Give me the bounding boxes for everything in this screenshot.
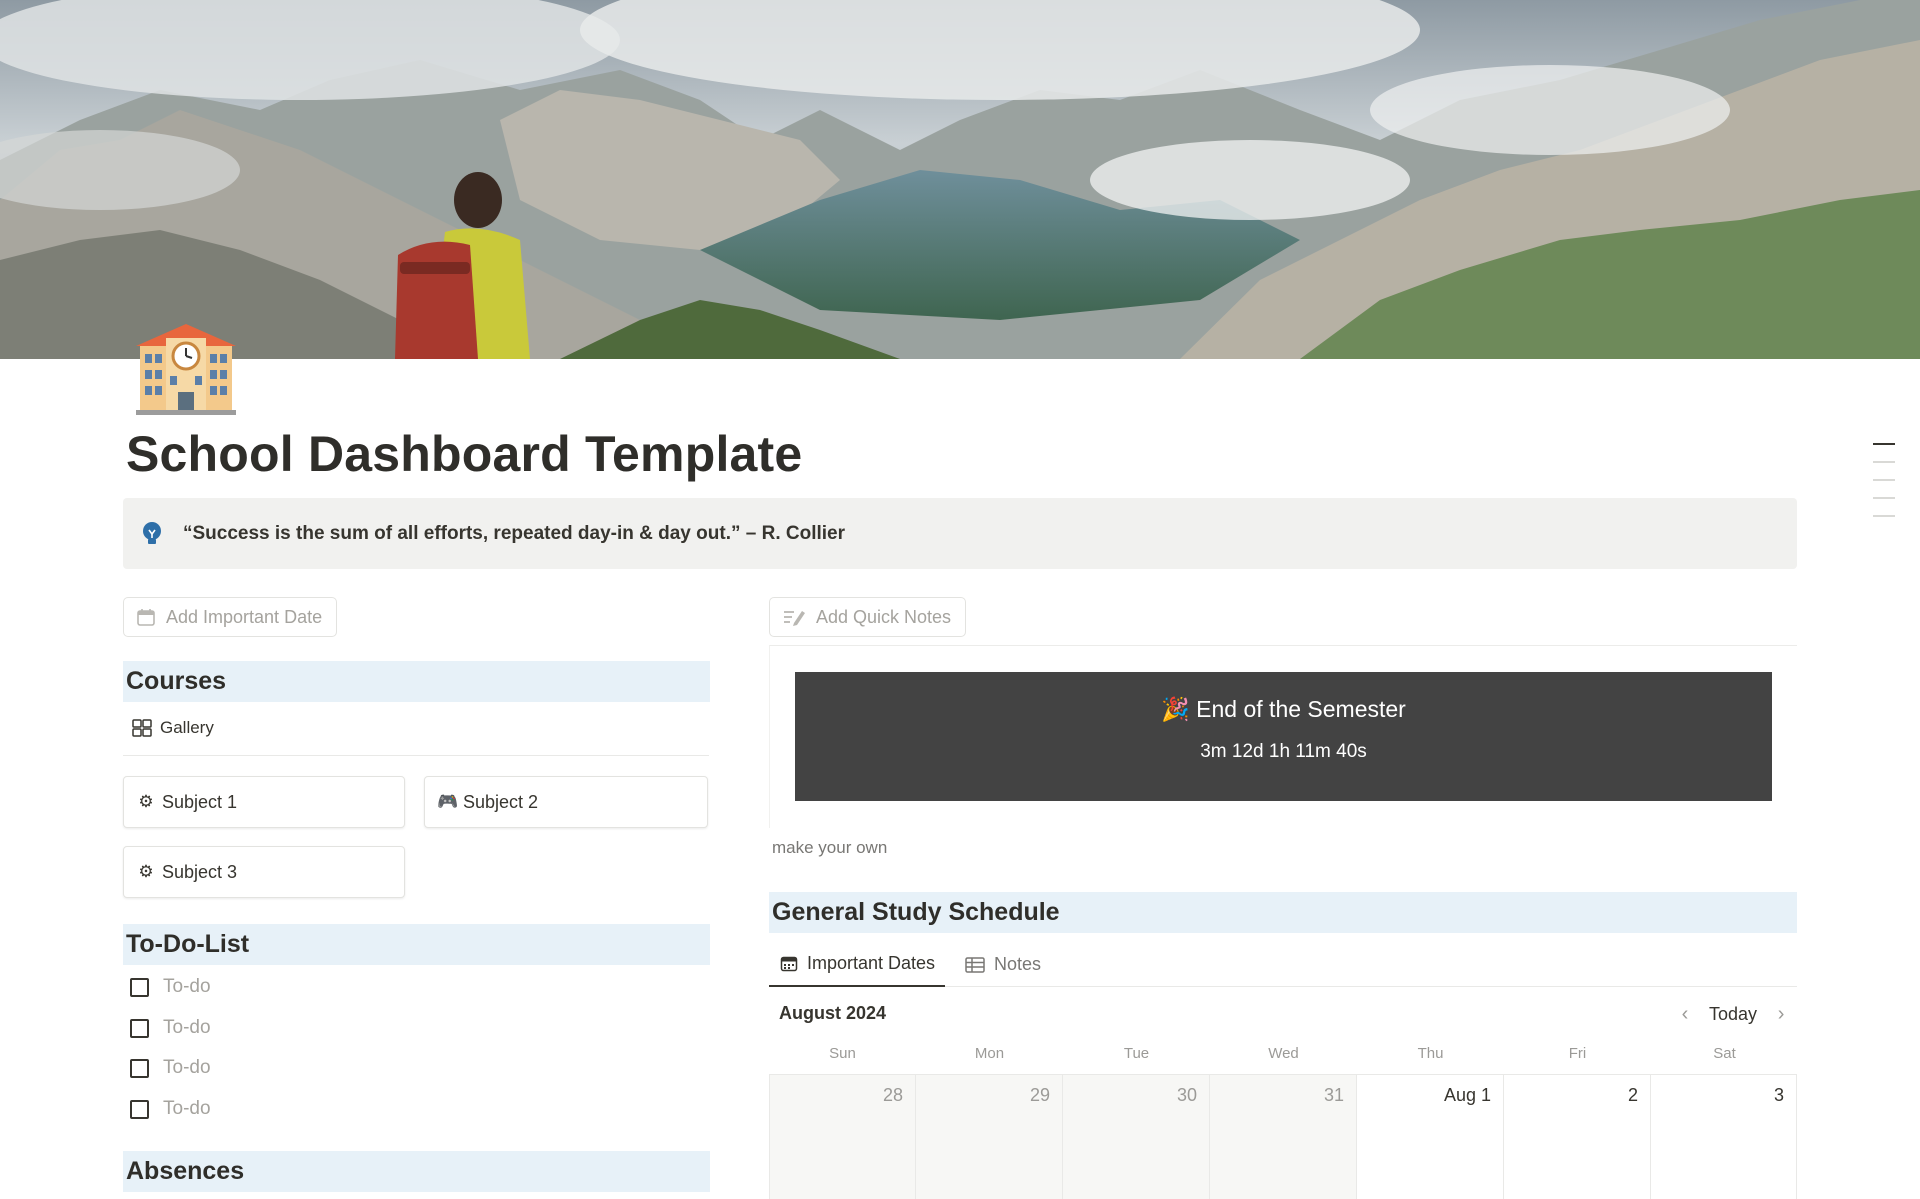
course-card-subject-2[interactable]: 🎮 Subject 2 <box>424 776 708 828</box>
weekday-label: Sat <box>1713 1045 1736 1062</box>
toc-line[interactable] <box>1873 515 1895 517</box>
add-quick-notes-label: Add Quick Notes <box>816 606 952 627</box>
page-title[interactable]: School Dashboard Template <box>126 425 802 483</box>
course-card-label: Subject 1 <box>162 791 238 812</box>
todo-heading[interactable]: To-Do-List <box>123 924 710 965</box>
checkbox[interactable] <box>130 1058 149 1078</box>
calendar-icon <box>137 609 155 626</box>
table-icon <box>965 956 985 973</box>
add-quick-notes-button[interactable]: Add Quick Notes <box>769 597 967 637</box>
cover-image <box>0 0 1920 359</box>
checkbox[interactable] <box>130 1099 149 1119</box>
weekday-label: Sun <box>829 1045 856 1062</box>
lightbulb-icon <box>141 521 163 547</box>
add-important-date-label: Add Important Date <box>166 606 323 627</box>
toc-line[interactable] <box>1873 461 1895 463</box>
countdown-time: 3m 12d 1h 11m 40s <box>1200 741 1367 762</box>
todo-placeholder[interactable]: To-do <box>163 1057 211 1079</box>
quote-text: “Success is the sum of all efforts, repe… <box>183 522 846 544</box>
weekday-label: Thu <box>1417 1045 1444 1062</box>
toc-line[interactable] <box>1873 497 1895 499</box>
todo-item[interactable]: To-do <box>130 1017 211 1039</box>
calendar-day[interactable]: 29 <box>916 1075 1063 1199</box>
calendar-day[interactable]: 3 <box>1651 1075 1797 1199</box>
gallery-view-label: Gallery <box>160 718 214 737</box>
today-button[interactable]: Today <box>1709 1004 1757 1025</box>
calendar-icon <box>780 956 798 971</box>
divider <box>123 755 709 756</box>
tab-important-dates[interactable]: Important Dates <box>769 942 946 987</box>
checkbox[interactable] <box>130 1018 149 1038</box>
toc-line[interactable] <box>1873 479 1895 481</box>
edit-notes-icon <box>784 611 805 626</box>
calendar-day[interactable]: 2 <box>1504 1075 1651 1199</box>
add-important-date-button[interactable]: Add Important Date <box>123 597 338 637</box>
countdown-widget[interactable]: 🎉 End of the Semester 3m 12d 1h 11m 40s <box>795 672 1772 801</box>
calendar-day[interactable]: Aug 1 <box>1357 1075 1504 1199</box>
course-card-subject-1[interactable]: ⚙ Subject 1 <box>123 776 405 828</box>
chevron-left-icon[interactable]: ‹ <box>1675 1003 1695 1026</box>
gear-icon: ⚙ <box>138 862 154 881</box>
calendar-grid: 28 29 30 31 Aug 1 2 3 <box>769 1074 1797 1199</box>
calendar-month-label: August 2024 <box>779 1003 887 1023</box>
courses-heading[interactable]: Courses <box>123 661 710 702</box>
game-controller-icon: 🎮 <box>437 792 459 811</box>
weekday-label: Wed <box>1268 1045 1299 1062</box>
todo-item[interactable]: To-do <box>130 976 211 998</box>
calendar-day[interactable]: 28 <box>769 1075 916 1199</box>
calendar-day[interactable]: 31 <box>1210 1075 1357 1199</box>
calendar-nav: ‹ Today › <box>1675 1003 1791 1026</box>
quote-callout[interactable]: “Success is the sum of all efforts, repe… <box>123 498 1797 569</box>
countdown-title: 🎉 End of the Semester <box>1161 696 1406 722</box>
school-building-icon[interactable] <box>126 318 246 418</box>
tab-label: Notes <box>994 954 1042 974</box>
todo-placeholder[interactable]: To-do <box>163 1098 211 1120</box>
course-card-subject-3[interactable]: ⚙ Subject 3 <box>123 846 405 898</box>
calendar-day[interactable]: 30 <box>1063 1075 1210 1199</box>
weekday-label: Mon <box>974 1045 1005 1062</box>
course-card-label: Subject 3 <box>162 861 238 882</box>
embed-caption[interactable]: make your own <box>772 838 887 858</box>
weekday-label: Fri <box>1568 1045 1587 1062</box>
toc-line[interactable] <box>1873 443 1895 445</box>
absences-heading[interactable]: Absences <box>123 1151 710 1192</box>
study-schedule-heading[interactable]: General Study Schedule <box>769 892 1797 933</box>
course-card-label: Subject 2 <box>463 791 539 812</box>
weekday-label: Tue <box>1123 1045 1150 1062</box>
todo-placeholder[interactable]: To-do <box>163 1017 211 1039</box>
tab-notes[interactable]: Notes <box>965 942 1041 987</box>
gear-icon: ⚙ <box>138 792 154 811</box>
todo-item[interactable]: To-do <box>130 1098 211 1120</box>
tab-label: Important Dates <box>807 953 936 973</box>
table-of-contents[interactable] <box>1873 443 1895 533</box>
checkbox[interactable] <box>130 977 149 997</box>
gallery-icon <box>132 719 152 737</box>
schedule-view-tabs: Important Dates Notes <box>769 942 1797 987</box>
chevron-right-icon[interactable]: › <box>1771 1003 1791 1026</box>
gallery-view-tab[interactable]: Gallery <box>132 718 214 738</box>
todo-placeholder[interactable]: To-do <box>163 976 211 998</box>
todo-item[interactable]: To-do <box>130 1057 211 1079</box>
